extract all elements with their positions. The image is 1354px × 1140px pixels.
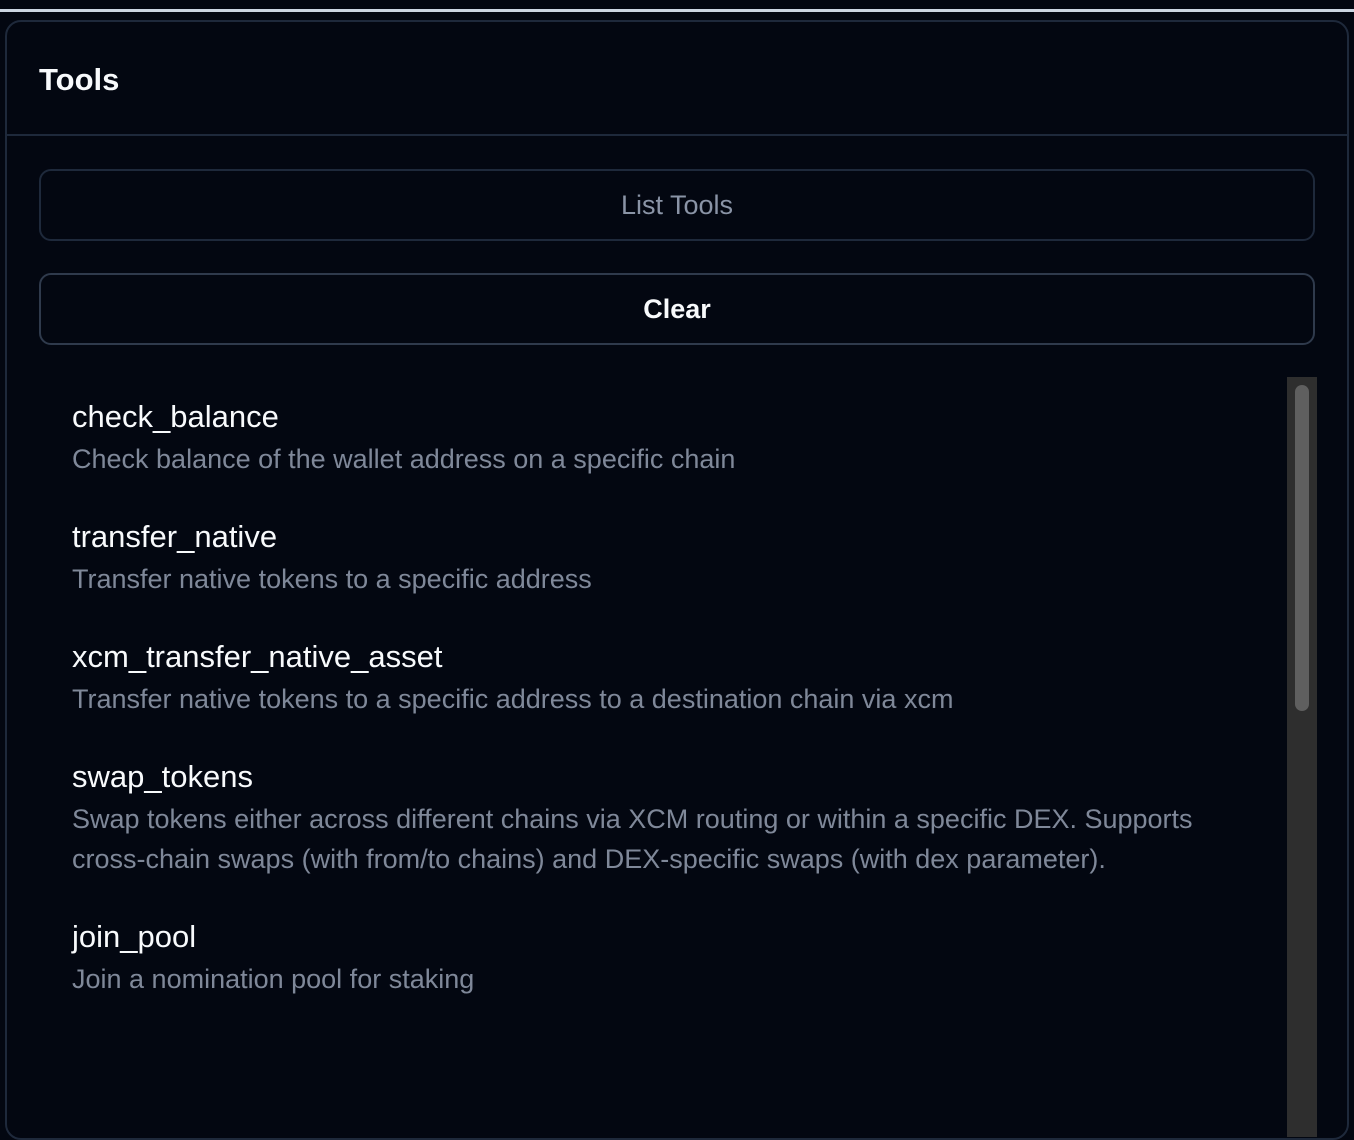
tool-description: Check balance of the wallet address on a… bbox=[72, 444, 736, 474]
panel-header: Tools bbox=[7, 22, 1347, 136]
tool-description: Join a nomination pool for staking bbox=[72, 964, 475, 994]
vertical-scrollbar[interactable] bbox=[1287, 377, 1317, 1137]
tool-item-check-balance[interactable]: check_balance Check balance of the walle… bbox=[72, 395, 1232, 479]
tools-list-scroll-area[interactable]: check_balance Check balance of the walle… bbox=[39, 377, 1317, 1137]
tool-item-join-pool[interactable]: join_pool Join a nomination pool for sta… bbox=[72, 915, 1232, 999]
top-window-edge bbox=[0, 0, 1354, 12]
tool-description: Transfer native tokens to a specific add… bbox=[72, 684, 954, 714]
panel-title: Tools bbox=[39, 62, 120, 97]
tool-name: swap_tokens bbox=[72, 759, 253, 794]
tool-name: check_balance bbox=[72, 399, 279, 434]
tool-description: Transfer native tokens to a specific add… bbox=[72, 564, 592, 594]
tool-item-transfer-native[interactable]: transfer_native Transfer native tokens t… bbox=[72, 515, 1232, 599]
tools-list: check_balance Check balance of the walle… bbox=[72, 395, 1232, 1035]
list-tools-button[interactable]: List Tools bbox=[39, 169, 1315, 241]
scrollbar-thumb[interactable] bbox=[1295, 385, 1309, 711]
tool-description: Swap tokens either across different chai… bbox=[72, 804, 1193, 874]
clear-button[interactable]: Clear bbox=[39, 273, 1315, 345]
tool-name: xcm_transfer_native_asset bbox=[72, 639, 443, 674]
tools-panel: Tools List Tools Clear check_balance Che… bbox=[5, 20, 1349, 1140]
tool-name: join_pool bbox=[72, 919, 197, 954]
tool-item-swap-tokens[interactable]: swap_tokens Swap tokens either across di… bbox=[72, 755, 1232, 879]
tool-name: transfer_native bbox=[72, 519, 278, 554]
tool-item-xcm-transfer-native-asset[interactable]: xcm_transfer_native_asset Transfer nativ… bbox=[72, 635, 1232, 719]
